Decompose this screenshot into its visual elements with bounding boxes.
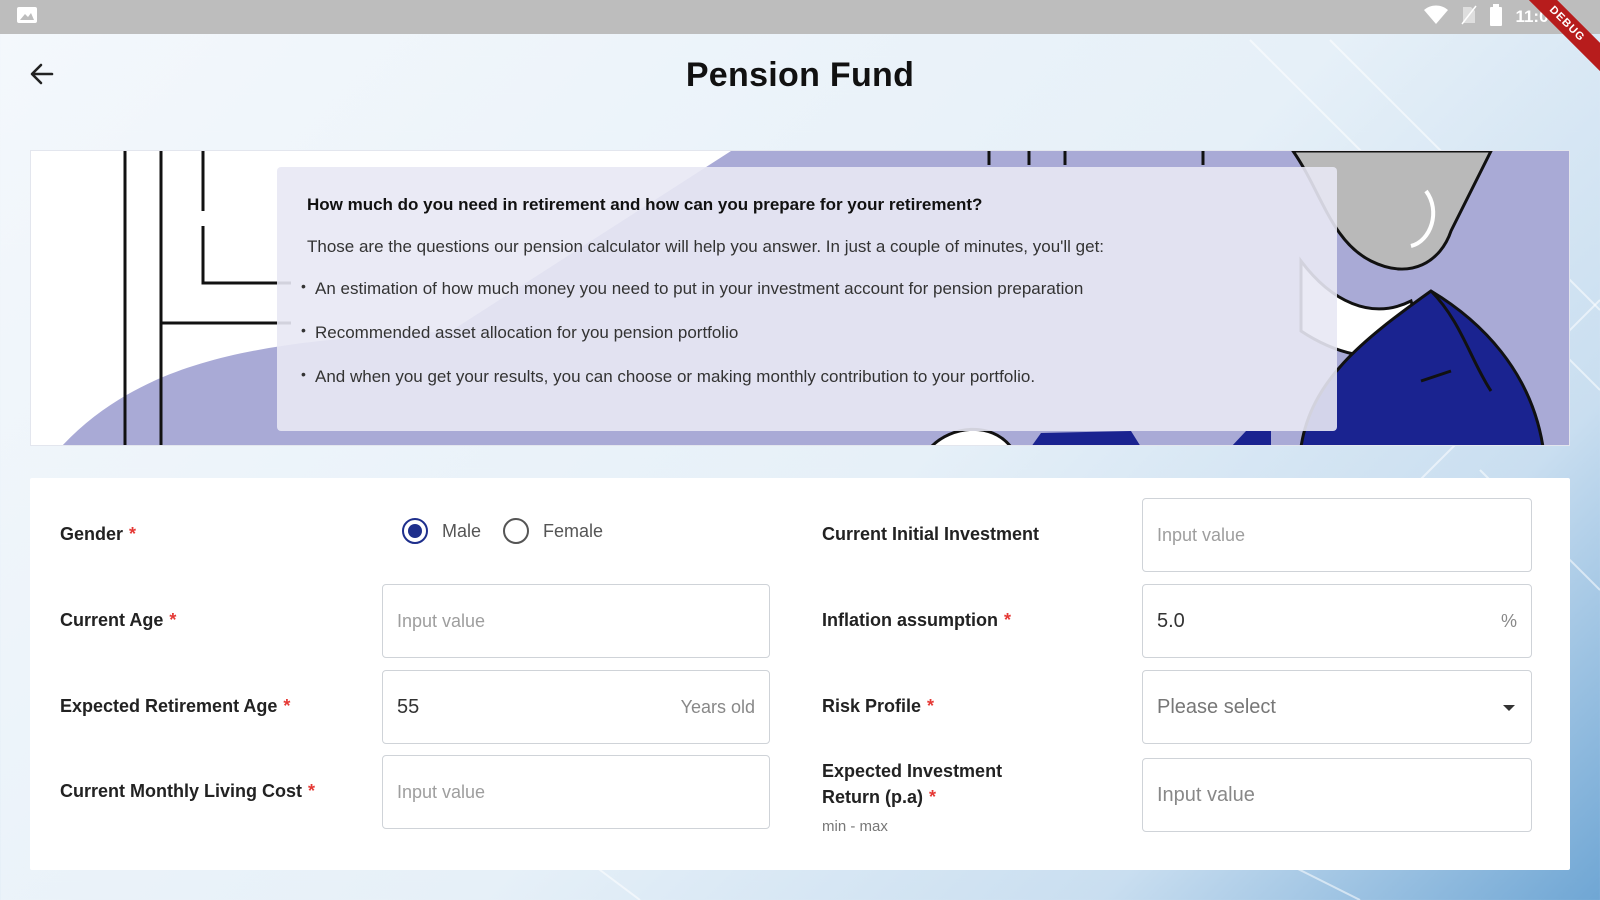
gender-radio-group: Male Female: [402, 518, 625, 544]
risk-profile-label: Risk Profile *: [822, 696, 935, 716]
initial-investment-placeholder: Input value: [1157, 524, 1246, 545]
required-marker: *: [1004, 610, 1012, 630]
gender-male-radio[interactable]: Male: [402, 518, 481, 544]
required-marker: *: [129, 524, 137, 544]
investment-return-label: Expected Investment Return (p.a) * min - …: [822, 758, 1052, 840]
radio-label-male: Male: [442, 520, 482, 541]
radio-unselected-icon: [503, 518, 530, 544]
banner-bullet-list: An estimation of how much money you need…: [301, 278, 1307, 387]
banner-text-panel: How much do you need in retirement and h…: [277, 167, 1337, 431]
no-sim-icon: [1461, 5, 1478, 30]
retirement-age-suffix: Years old: [680, 696, 755, 717]
inflation-suffix: %: [1500, 610, 1517, 631]
retirement-age-input[interactable]: 55 Years old: [382, 670, 770, 744]
pension-form: Gender * Male Female Current Age * Input v…: [30, 478, 1570, 870]
caret-down-icon: [1501, 696, 1517, 719]
page-title: Pension Fund: [685, 56, 915, 94]
current-age-placeholder: Input value: [397, 610, 486, 631]
radio-selected-icon: [402, 518, 428, 544]
investment-return-input[interactable]: Input value: [1142, 758, 1532, 832]
required-marker: *: [927, 696, 935, 716]
info-banner: How much do you need in retirement and h…: [30, 150, 1570, 446]
required-marker: *: [308, 781, 316, 801]
required-marker: *: [929, 787, 937, 807]
investment-return-sublabel: min - max: [822, 818, 888, 835]
living-cost-input[interactable]: Input value: [382, 755, 770, 829]
list-item: An estimation of how much money you need…: [301, 278, 1307, 299]
radio-label-female: Female: [543, 520, 604, 541]
risk-profile-select[interactable]: Please select: [1142, 670, 1532, 744]
gender-female-radio[interactable]: Female: [503, 518, 603, 544]
inflation-value: 5.0: [1157, 609, 1185, 632]
retirement-age-value: 55: [397, 695, 420, 718]
image-icon: [16, 5, 38, 30]
list-item: Recommended asset allocation for you pen…: [301, 322, 1307, 343]
required-marker: *: [169, 610, 177, 630]
living-cost-label: Current Monthly Living Cost *: [60, 781, 316, 801]
initial-investment-label: Current Initial Investment: [822, 524, 1040, 544]
list-item: And when you get your results, you can c…: [301, 366, 1307, 387]
gender-label: Gender *: [60, 524, 137, 544]
retirement-age-label: Expected Retirement Age *: [60, 696, 291, 716]
banner-heading: How much do you need in retirement and h…: [307, 195, 983, 214]
initial-investment-input[interactable]: Input value: [1142, 498, 1532, 572]
risk-profile-placeholder: Please select: [1157, 695, 1276, 718]
battery-icon: [1489, 3, 1503, 31]
current-age-input[interactable]: Input value: [382, 584, 770, 658]
required-marker: *: [283, 696, 291, 716]
current-age-label: Current Age *: [60, 610, 177, 630]
app-bar: Pension Fund: [0, 34, 1600, 118]
inflation-label: Inflation assumption *: [822, 610, 1012, 630]
inflation-input[interactable]: 5.0 %: [1142, 584, 1532, 658]
wifi-icon: [1423, 5, 1449, 30]
living-cost-placeholder: Input value: [397, 781, 486, 802]
banner-intro: Those are the questions our pension calc…: [307, 237, 1105, 256]
investment-return-placeholder: Input value: [1157, 783, 1255, 806]
status-bar: 11:09 DEBUG: [0, 0, 1600, 78]
